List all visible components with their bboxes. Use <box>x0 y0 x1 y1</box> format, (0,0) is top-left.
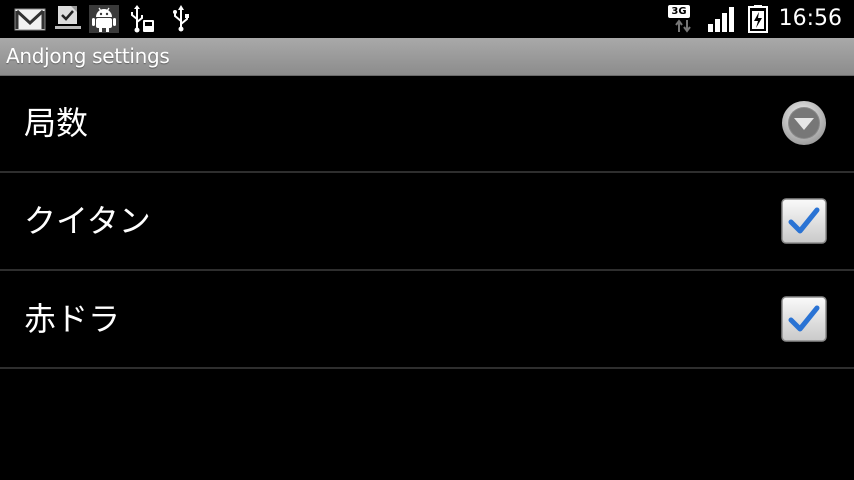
preference-label: 赤ドラ <box>24 300 121 338</box>
checkbox-checked-icon[interactable] <box>780 197 828 245</box>
status-bar-time: 16:56 <box>778 6 842 31</box>
preference-row-kuitan[interactable]: クイタン <box>0 173 854 271</box>
data-arrows-icon <box>675 19 691 33</box>
preference-row-rounds[interactable]: 局数 <box>0 75 854 173</box>
screen: 3G 16:56 Andjong settings 局数 クイタン 赤ドラ <box>0 0 854 480</box>
network-3g-icon: 3G <box>666 5 696 33</box>
preference-label: クイタン <box>24 202 151 240</box>
dropdown-arrow-icon[interactable] <box>780 99 828 147</box>
network-type-label: 3G <box>668 5 690 18</box>
download-done-icon <box>55 6 81 29</box>
preference-row-aka-dora[interactable]: 赤ドラ <box>0 271 854 369</box>
status-bar: 3G 16:56 <box>0 0 854 38</box>
usb-storage-icon <box>131 5 154 33</box>
signal-strength-icon <box>708 7 734 32</box>
title-bar: Andjong settings <box>0 38 854 76</box>
usb-icon <box>173 5 189 32</box>
gmail-icon <box>14 8 46 31</box>
app-title: Andjong settings <box>6 44 170 68</box>
battery-charging-icon <box>748 5 768 33</box>
preference-list: 局数 クイタン 赤ドラ <box>0 75 854 369</box>
android-debug-icon <box>89 5 119 33</box>
checkbox-checked-icon[interactable] <box>780 295 828 343</box>
preference-label: 局数 <box>24 104 89 142</box>
